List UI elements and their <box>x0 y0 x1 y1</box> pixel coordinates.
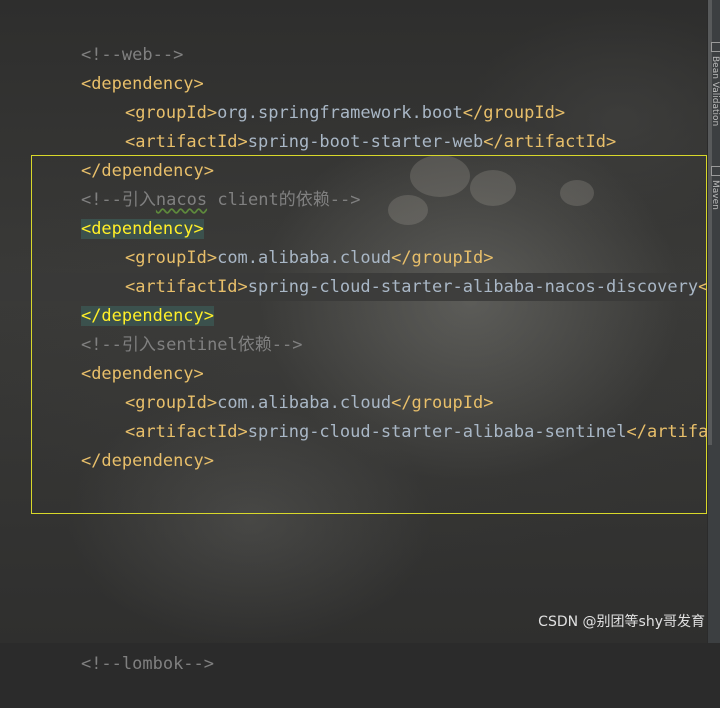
code-line[interactable]: <!--web--> <box>40 12 183 65</box>
watermark-text: CSDN @别团等shy哥发育 <box>538 614 705 630</box>
code-line[interactable]: <dependency> <box>40 331 204 384</box>
close-tag: </artifa <box>626 422 709 442</box>
code-line[interactable]: <!--引入sentinel依赖--> <box>40 302 303 355</box>
code-line[interactable]: <artifactId>spring-boot-starter-web</art… <box>40 99 616 152</box>
code-line[interactable]: <groupId>org.springframework.boot</group… <box>40 70 565 123</box>
comment-text: <!--lombok--> <box>80 654 215 674</box>
code-line[interactable]: <artifactId>spring-cloud-starter-alibaba… <box>40 389 708 442</box>
code-line[interactable]: </dependency> <box>40 128 214 181</box>
code-line[interactable]: <artifactId>spring-cloud-starter-alibaba… <box>40 244 708 297</box>
tag-value: spring-boot-starter-web <box>247 132 484 152</box>
tag-value: spring-cloud-starter-alibaba-sentinel <box>247 422 627 442</box>
code-line[interactable]: <groupId>com.alibaba.cloud</groupId> <box>40 360 493 413</box>
code-line[interactable]: <!--引入nacos client的依赖--> <box>40 157 361 210</box>
tool-tab-maven[interactable]: Maven <box>709 180 720 220</box>
maven-icon <box>711 166 720 176</box>
code-line[interactable]: </dependency> <box>40 418 214 471</box>
bean-validation-icon <box>711 42 720 52</box>
code-line[interactable]: <dependency> <box>40 186 204 239</box>
comment-text: client的依赖--> <box>207 190 361 210</box>
code-line[interactable]: <groupId>com.alibaba.cloud</groupId> <box>40 215 493 268</box>
tag-value: spring-cloud-starter-alibaba-nacos-disco… <box>247 277 699 297</box>
close-tag: </artifactId> <box>483 132 617 152</box>
code-line[interactable]: <dependency> <box>40 41 204 94</box>
code-line[interactable]: <!--lombok--> <box>40 621 214 674</box>
code-editor[interactable]: <!--web--> <dependency> <groupId>org.spr… <box>0 0 708 674</box>
tool-tab-bean-validation[interactable]: Bean Validation <box>709 56 720 166</box>
tag-text: </dependency> <box>80 451 215 471</box>
code-line-current[interactable]: </dependency> <box>40 273 215 326</box>
